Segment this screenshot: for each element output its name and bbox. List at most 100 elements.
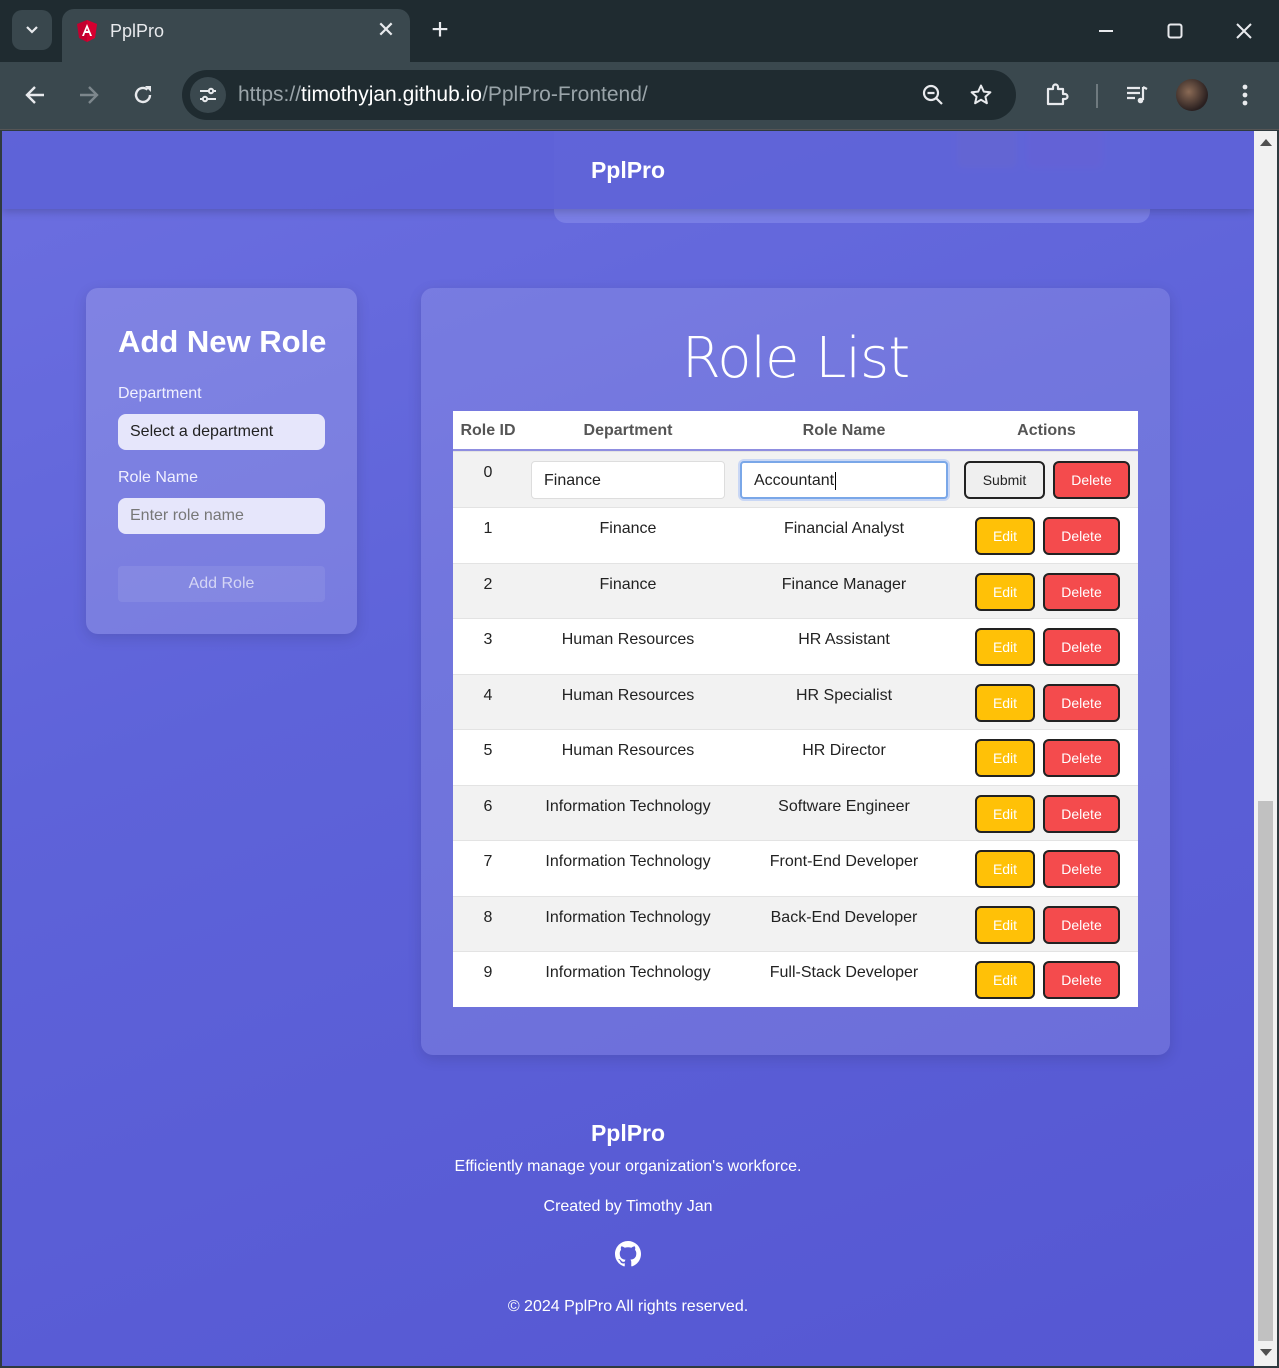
extensions-button[interactable] bbox=[1040, 78, 1074, 112]
department-cell: Information Technology bbox=[545, 853, 711, 870]
close-window-button[interactable] bbox=[1227, 14, 1261, 48]
column-header-department: Department bbox=[583, 422, 673, 439]
column-header-role-id: Role ID bbox=[460, 422, 516, 439]
table-row: 2 Finance Finance Manager Edit Delete bbox=[453, 562, 1138, 618]
delete-button[interactable]: Delete bbox=[1043, 517, 1120, 555]
table-row: 9 Information Technology Full-Stack Develo… bbox=[453, 951, 1138, 1007]
delete-button[interactable]: Delete bbox=[1043, 850, 1120, 888]
browser-toolbar: https://timothyjan.github.io/PplPro-Fron… bbox=[0, 62, 1279, 130]
maximize-button[interactable] bbox=[1158, 14, 1192, 48]
close-tab-icon[interactable]: ✕ bbox=[374, 18, 398, 42]
profile-avatar[interactable] bbox=[1176, 79, 1208, 111]
edit-button[interactable]: Edit bbox=[975, 961, 1035, 999]
scroll-up-arrow-icon[interactable] bbox=[1260, 139, 1272, 146]
footer-tagline: Efficiently manage your organization's w… bbox=[454, 1158, 802, 1175]
table-row: 4 Human Resources HR Specialist Edit Delete bbox=[453, 673, 1138, 729]
department-cell: Information Technology bbox=[545, 797, 711, 815]
edit-button[interactable]: Edit bbox=[975, 850, 1035, 888]
minimize-icon bbox=[1099, 30, 1113, 32]
kebab-menu-icon bbox=[1242, 84, 1248, 106]
add-role-title: Add New Role bbox=[118, 324, 327, 359]
delete-button[interactable]: Delete bbox=[1043, 683, 1120, 722]
page-scrollbar[interactable] bbox=[1254, 131, 1277, 1366]
edit-button[interactable]: Edit bbox=[975, 683, 1035, 722]
role-name-cell: Finance Manager bbox=[781, 575, 907, 593]
role-id-cell: 2 bbox=[483, 575, 493, 593]
table-row: 5 Human Resources HR Director Edit Delete bbox=[453, 729, 1138, 785]
chevron-down-icon bbox=[26, 26, 38, 34]
edit-button[interactable]: Edit bbox=[975, 572, 1035, 611]
role-id-cell: 5 bbox=[483, 742, 493, 759]
url-scheme: https:// bbox=[238, 83, 302, 106]
edit-button[interactable]: Edit bbox=[975, 628, 1035, 666]
header-brand[interactable]: PplPro bbox=[2, 157, 1254, 184]
tab-pplpro[interactable]: PplPro ✕ bbox=[62, 9, 410, 62]
footer-brand: PplPro bbox=[590, 1120, 666, 1146]
role-name-input[interactable]: Enter role name bbox=[118, 498, 325, 534]
add-role-card: Add New Role Department Select a departm… bbox=[86, 288, 357, 634]
delete-button[interactable]: Delete bbox=[1043, 739, 1120, 777]
role-id-cell: 0 bbox=[483, 464, 493, 481]
site-header: PplPro bbox=[2, 131, 1254, 209]
table-row: 3 Human Resources HR Assistant Edit Delete bbox=[453, 618, 1138, 674]
edit-role-name-input[interactable]: Accountant bbox=[740, 461, 948, 499]
github-icon[interactable] bbox=[615, 1241, 641, 1267]
role-list-title: Role List bbox=[681, 326, 910, 391]
delete-button[interactable]: Delete bbox=[1043, 572, 1120, 611]
add-role-button[interactable]: Add Role bbox=[118, 566, 325, 602]
delete-button[interactable]: Delete bbox=[1043, 961, 1120, 999]
role-name-cell: Full-Stack Developer bbox=[769, 964, 919, 981]
text-caret bbox=[835, 472, 837, 490]
maximize-icon bbox=[1167, 23, 1183, 39]
puzzle-icon bbox=[1046, 83, 1069, 106]
url-text[interactable]: https://timothyjan.github.io/PplPro-Fron… bbox=[238, 83, 648, 107]
edit-button[interactable]: Edit bbox=[975, 794, 1035, 833]
submit-button[interactable]: Submit bbox=[964, 461, 1045, 499]
role-name-cell: HR Specialist bbox=[795, 686, 893, 704]
media-button[interactable] bbox=[1120, 78, 1154, 112]
forward-button[interactable] bbox=[72, 78, 106, 112]
delete-button[interactable]: Delete bbox=[1043, 794, 1120, 833]
role-name-cell: Financial Analyst bbox=[783, 520, 905, 537]
forward-arrow-icon bbox=[80, 86, 99, 104]
scroll-thumb[interactable] bbox=[1258, 801, 1273, 1341]
edit-button[interactable]: Edit bbox=[975, 517, 1035, 555]
role-name-cell: Software Engineer bbox=[778, 797, 910, 815]
footer-created-by: Created by Timothy Jan bbox=[543, 1198, 713, 1215]
edit-department-input[interactable]: Finance bbox=[531, 461, 725, 499]
address-bar[interactable]: https://timothyjan.github.io/PplPro-Fron… bbox=[182, 70, 1016, 120]
role-table: Role ID Department Role Name Actions 0 F… bbox=[453, 411, 1138, 1007]
zoom-out-icon bbox=[922, 84, 943, 105]
column-header-role-name: Role Name bbox=[802, 422, 886, 439]
menu-button[interactable] bbox=[1228, 78, 1262, 112]
delete-button[interactable]: Delete bbox=[1053, 461, 1130, 499]
department-cell: Information Technology bbox=[545, 964, 711, 981]
star-icon bbox=[970, 84, 992, 105]
reload-button[interactable] bbox=[126, 78, 160, 112]
scroll-down-arrow-icon[interactable] bbox=[1260, 1349, 1272, 1356]
new-tab-button[interactable]: + bbox=[425, 14, 455, 46]
role-name-cell: HR Assistant bbox=[798, 631, 890, 648]
footer-copyright: © 2024 PplPro All rights reserved. bbox=[507, 1298, 749, 1315]
edit-role-name-value: Accountant bbox=[754, 472, 835, 490]
back-button[interactable] bbox=[18, 78, 52, 112]
role-id-cell: 6 bbox=[483, 797, 493, 815]
url-path: /PplPro-Frontend/ bbox=[481, 83, 648, 106]
minimize-button[interactable] bbox=[1089, 14, 1123, 48]
role-id-cell: 1 bbox=[483, 520, 493, 537]
department-cell: Human Resources bbox=[561, 631, 695, 648]
table-row: 7 Information Technology Front-End Develop… bbox=[453, 840, 1138, 896]
delete-button[interactable]: Delete bbox=[1043, 905, 1120, 944]
department-select[interactable]: Select a department bbox=[118, 414, 325, 450]
department-cell: Information Technology bbox=[545, 908, 711, 926]
delete-button[interactable]: Delete bbox=[1043, 628, 1120, 666]
role-name-cell: Back-End Developer bbox=[770, 908, 918, 926]
reload-icon bbox=[134, 86, 152, 104]
bookmark-button[interactable] bbox=[968, 82, 994, 108]
edit-button[interactable]: Edit bbox=[975, 739, 1035, 777]
site-info-button[interactable] bbox=[190, 77, 226, 113]
back-arrow-icon bbox=[25, 86, 44, 104]
edit-button[interactable]: Edit bbox=[975, 905, 1035, 944]
zoom-button[interactable] bbox=[920, 82, 946, 108]
tab-search-button[interactable] bbox=[12, 10, 52, 50]
